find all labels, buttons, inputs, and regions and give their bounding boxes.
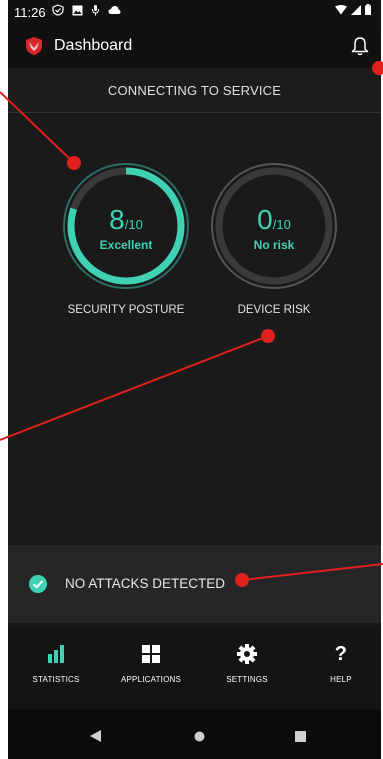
check-circle-icon bbox=[29, 575, 47, 593]
shield-check-icon bbox=[52, 4, 64, 16]
nav-applications[interactable]: APPLICATIONS bbox=[106, 643, 196, 684]
page-title: Dashboard bbox=[54, 37, 133, 54]
nav-settings[interactable]: SETTINGS bbox=[202, 643, 292, 684]
nav-help-label: HELP bbox=[330, 675, 352, 684]
microphone-icon bbox=[92, 5, 99, 16]
nav-applications-label: APPLICATIONS bbox=[120, 675, 182, 684]
device-risk-label: DEVICE RISK bbox=[237, 304, 311, 316]
device-risk-rating: No risk bbox=[253, 238, 295, 252]
device-risk-gauge[interactable]: 0/10 No risk bbox=[208, 160, 340, 292]
security-posture-label: SECURITY POSTURE bbox=[67, 304, 185, 316]
gear-icon bbox=[237, 644, 257, 664]
cloud-icon bbox=[108, 6, 121, 14]
signal-icon bbox=[351, 4, 361, 15]
security-posture-score: 8/10 bbox=[109, 204, 143, 235]
notification-bell-icon[interactable] bbox=[351, 36, 369, 56]
connection-status-banner: CONNECTING TO SERVICE bbox=[8, 68, 381, 113]
nav-settings-label: SETTINGS bbox=[226, 675, 268, 684]
attack-status-panel[interactable]: NO ATTACKS DETECTED bbox=[8, 545, 381, 623]
battery-icon bbox=[365, 4, 371, 15]
grid-icon bbox=[142, 645, 160, 663]
home-icon[interactable] bbox=[194, 731, 205, 742]
bar-chart-icon bbox=[48, 645, 64, 663]
attack-status-text: NO ATTACKS DETECTED bbox=[65, 576, 226, 591]
question-mark-icon: ? bbox=[334, 642, 348, 665]
wifi-icon bbox=[335, 4, 347, 14]
app-bar: Dashboard bbox=[8, 26, 381, 68]
device-risk-score: 0/10 bbox=[257, 204, 291, 235]
status-time: 11:26 bbox=[14, 5, 46, 20]
nav-help[interactable]: ? HELP bbox=[296, 642, 381, 685]
app-logo-icon bbox=[26, 37, 42, 55]
nav-statistics-label: STATISTICS bbox=[32, 675, 80, 684]
notification-icons bbox=[52, 4, 121, 16]
bottom-navigation: STATISTICS APPLICATIONS SETTINGS ? HELP bbox=[8, 625, 381, 710]
nav-statistics[interactable]: STATISTICS bbox=[11, 643, 101, 684]
connection-status-text: CONNECTING TO SERVICE bbox=[107, 82, 282, 98]
status-bar: 11:26 bbox=[8, 0, 381, 26]
system-icons bbox=[335, 4, 371, 15]
back-icon[interactable] bbox=[90, 730, 102, 742]
phone-screen: 11:26 Dashboard CONNECTING TO SERVICE 8/… bbox=[8, 0, 381, 759]
security-posture-rating: Excellent bbox=[99, 238, 153, 252]
system-navigation-bar bbox=[8, 710, 381, 759]
security-posture-gauge[interactable]: 8/10 Excellent bbox=[60, 160, 192, 292]
recents-icon[interactable] bbox=[295, 731, 306, 742]
image-icon bbox=[72, 5, 83, 15]
